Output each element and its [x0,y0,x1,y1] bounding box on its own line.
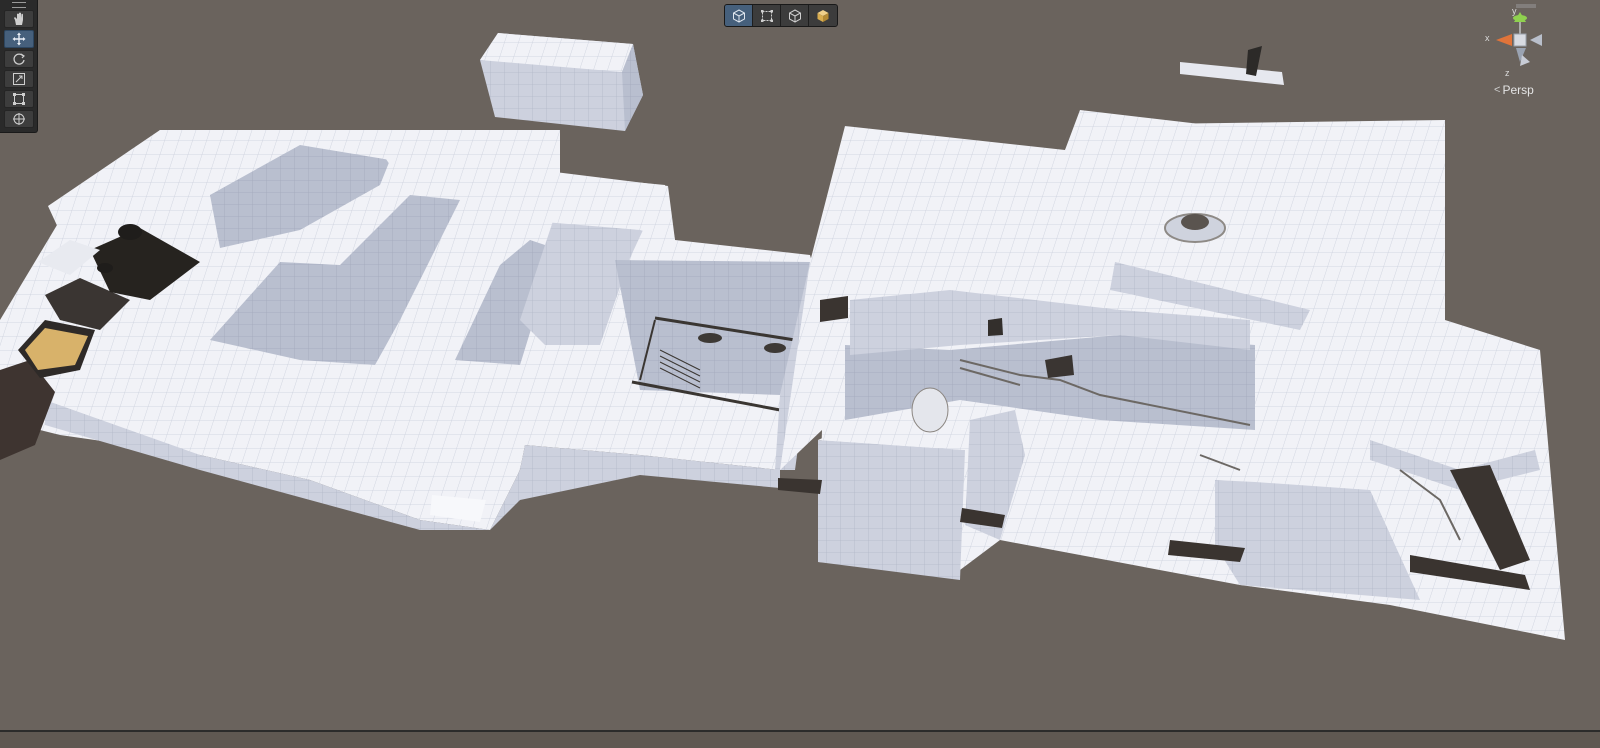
rect-icon [13,93,25,105]
move-icon [12,32,26,46]
cube-icon [732,8,745,23]
tool-palette [0,0,38,133]
hand-icon [14,12,23,25]
transform-tool-button[interactable] [4,110,34,128]
transform-icon [13,113,25,125]
level-geometry[interactable] [0,0,1600,748]
rect-icon [760,9,773,22]
rotate-tool-button[interactable] [4,50,34,68]
x-axis-cone [1496,34,1512,46]
axis-y-label: y [1512,6,1517,16]
floating-block[interactable] [480,33,643,131]
shaded-cube-icon [817,9,829,22]
scene-view[interactable]: y x z < Persp [0,0,1600,748]
floating-slab[interactable] [1180,46,1284,85]
axis-z-label: z [1505,68,1510,78]
scale-tool-button[interactable] [4,70,34,88]
bottom-bar [0,730,1600,748]
chevron-left-icon: < [1494,84,1501,96]
wire-cube-icon [788,8,801,23]
shaded-cube-button[interactable] [809,5,837,26]
rect-tool-button[interactable] [4,90,34,108]
view-toolbar [724,4,838,27]
hand-tool-button[interactable] [4,10,34,28]
move-tool-button[interactable] [4,30,34,48]
cube-view-button[interactable] [725,5,753,26]
left-complex[interactable] [0,130,822,530]
palette-grip[interactable] [0,0,37,10]
projection-label: Persp [1502,83,1534,97]
wire-cube-button[interactable] [781,5,809,26]
center-complex[interactable] [778,110,1565,640]
scale-icon [13,73,25,85]
axis-x-label: x [1485,33,1490,43]
rotate-icon [13,53,25,65]
rect-view-button[interactable] [753,5,781,26]
projection-toggle[interactable]: < Persp [1494,83,1534,97]
